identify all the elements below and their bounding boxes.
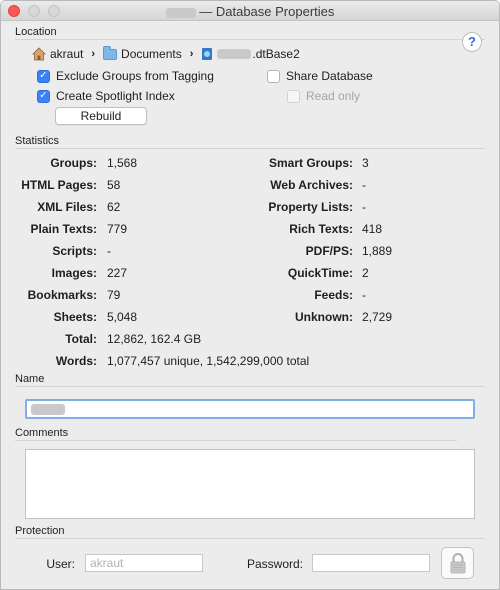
protection-separator	[15, 538, 485, 539]
location-separator	[15, 39, 485, 40]
folder-icon	[103, 45, 118, 60]
stat-value-bookmarks: 79	[107, 288, 121, 302]
password-label: Password:	[246, 557, 303, 571]
user-field[interactable]: akraut	[85, 554, 203, 572]
checkmark-icon[interactable]: ✓	[37, 69, 50, 83]
path-separator: ›	[189, 48, 194, 60]
name-section-label: Name	[15, 373, 45, 385]
name-separator	[15, 386, 485, 387]
stat-key-words: Words:	[55, 354, 97, 368]
stat-key-feeds: Feeds:	[314, 288, 353, 302]
stat-value-rich-texts: 418	[362, 222, 383, 236]
spotlight-index-checkbox[interactable]: ✓ Create Spotlight Index	[37, 89, 175, 103]
stat-value-quicktime: 2	[362, 266, 369, 280]
stat-key-html-pages: HTML Pages:	[21, 178, 97, 192]
lock-icon	[450, 553, 465, 574]
stat-value-total: 12,862, 162.4 GB	[107, 332, 202, 346]
database-path: akraut › Documents › .dtBase2	[32, 45, 300, 62]
protection-section-label: Protection	[15, 525, 65, 537]
title-bar: — Database Properties	[1, 1, 499, 21]
path-file[interactable]: .dtBase2	[252, 47, 299, 61]
stat-value-html-pages: 58	[107, 178, 121, 192]
stat-key-smart-groups: Smart Groups:	[268, 156, 353, 170]
path-separator: ›	[91, 48, 96, 60]
stat-value-scripts: -	[107, 244, 111, 258]
stat-value-sheets: 5,048	[107, 310, 138, 324]
redacted-name-value	[31, 404, 65, 415]
stat-value-unknown: 2,729	[362, 310, 393, 324]
stat-key-total: Total:	[65, 332, 97, 346]
stat-key-pdf-ps: PDF/PS:	[305, 244, 353, 258]
stat-value-web-archives: -	[362, 178, 366, 192]
stat-value-smart-groups: 3	[362, 156, 369, 170]
exclude-groups-label: Exclude Groups from Tagging	[56, 69, 214, 83]
comments-section-label: Comments	[15, 427, 69, 439]
comments-separator	[15, 440, 457, 441]
location-section-label: Location	[15, 26, 57, 38]
read-only-checkbox: Read only	[287, 89, 360, 103]
share-database-checkbox[interactable]: Share Database	[267, 69, 373, 83]
comments-textarea[interactable]	[25, 449, 475, 519]
user-label: User:	[46, 557, 75, 571]
stat-key-quicktime: QuickTime:	[287, 266, 353, 280]
stat-key-property-lists: Property Lists:	[268, 200, 353, 214]
stat-value-plain-texts: 779	[107, 222, 128, 236]
redacted-database-name	[165, 7, 196, 18]
properties-window: — Database Properties Location ? akraut …	[0, 0, 500, 590]
path-folder[interactable]: Documents	[121, 47, 182, 61]
name-input[interactable]	[25, 399, 475, 419]
window-title: — Database Properties	[1, 4, 499, 19]
checkmark-icon[interactable]: ✓	[37, 89, 50, 103]
stat-key-web-archives: Web Archives:	[270, 178, 353, 192]
stat-value-words: 1,077,457 unique, 1,542,299,000 total	[107, 354, 310, 368]
window-title-text: — Database Properties	[199, 4, 335, 19]
stat-key-unknown: Unknown:	[295, 310, 353, 324]
statistics-separator	[15, 148, 485, 149]
database-file-icon	[202, 48, 213, 60]
stat-key-sheets: Sheets:	[53, 310, 97, 324]
checkbox-box	[287, 89, 300, 103]
share-database-label: Share Database	[286, 69, 373, 83]
spotlight-index-label: Create Spotlight Index	[56, 89, 175, 103]
stat-value-images: 227	[107, 266, 128, 280]
stat-value-pdf-ps: 1,889	[362, 244, 393, 258]
stat-key-groups: Groups:	[50, 156, 97, 170]
path-user[interactable]: akraut	[50, 47, 83, 61]
read-only-label: Read only	[306, 89, 361, 103]
stat-value-property-lists: -	[362, 200, 366, 214]
home-icon	[32, 47, 46, 61]
stat-key-xml-files: XML Files:	[37, 200, 97, 214]
stat-key-plain-texts: Plain Texts:	[30, 222, 97, 236]
redacted-file-name	[217, 49, 252, 59]
help-icon[interactable]: ?	[462, 32, 482, 52]
stat-key-bookmarks: Bookmarks:	[27, 288, 97, 302]
exclude-groups-checkbox[interactable]: ✓ Exclude Groups from Tagging	[37, 69, 214, 83]
rebuild-button[interactable]: Rebuild	[55, 107, 147, 125]
password-field[interactable]	[312, 554, 430, 572]
stat-value-feeds: -	[362, 288, 366, 302]
lock-button[interactable]	[441, 547, 474, 579]
stat-value-groups: 1,568	[107, 156, 138, 170]
stat-value-xml-files: 62	[107, 200, 121, 214]
statistics-section-label: Statistics	[15, 135, 60, 147]
stat-key-images: Images:	[51, 266, 97, 280]
checkbox-box[interactable]	[267, 69, 280, 83]
stat-key-rich-texts: Rich Texts:	[289, 222, 353, 236]
stat-key-scripts: Scripts:	[52, 244, 97, 258]
